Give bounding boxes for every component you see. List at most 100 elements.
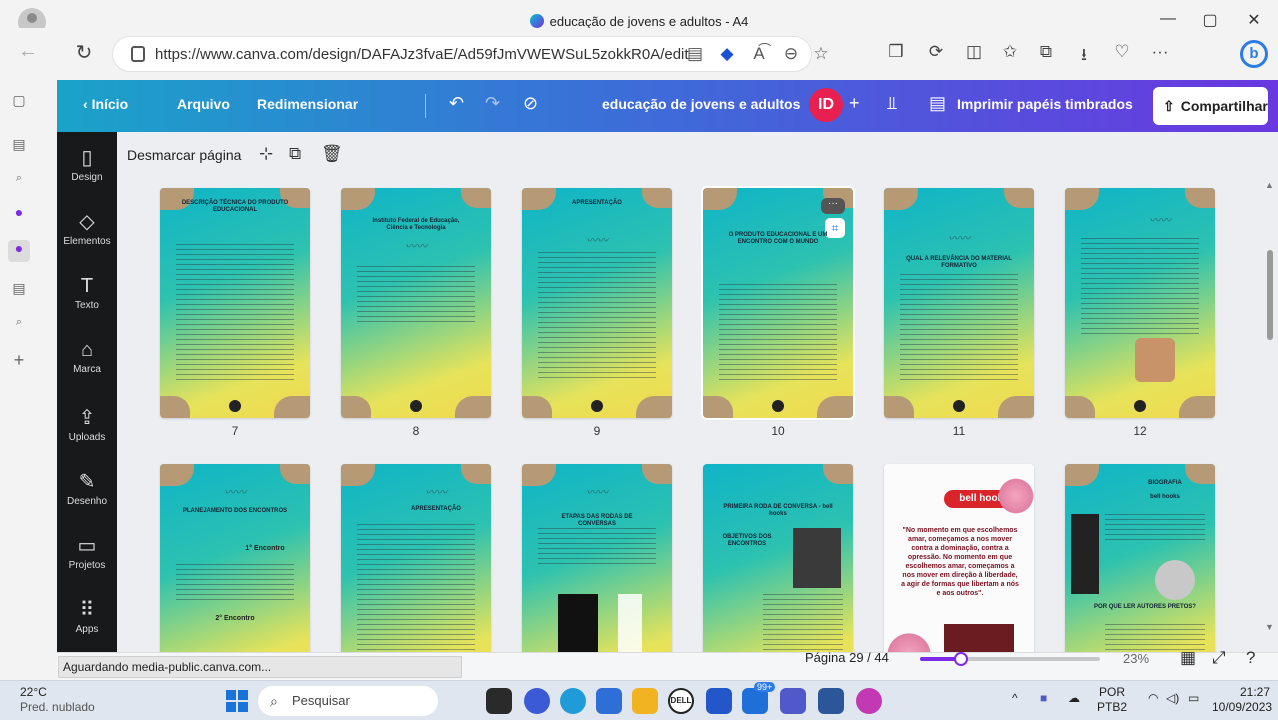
close-icon[interactable]: ✕ [1234, 10, 1274, 30]
file-menu[interactable]: Arquivo [177, 96, 230, 112]
page-thumbnail[interactable]: BIOGRAFIA bell hooks POR QUE LER AUTORES… [1065, 464, 1215, 652]
wifi-icon[interactable]: ◠ [1148, 691, 1158, 705]
url-text[interactable]: https://www.canva.com/design/DAFAJz3fvaE… [155, 46, 689, 63]
app-icon[interactable] [856, 688, 882, 714]
sync-icon[interactable]: ⟳ [922, 42, 950, 62]
collections-icon[interactable]: ⧉ [1032, 42, 1060, 62]
page-indicator[interactable]: Página 29 / 44 [805, 650, 889, 665]
design-title[interactable]: educação de jovens e adultos [602, 96, 800, 112]
page-thumbnail[interactable]: APRESENTAÇÃO 〰〰 [522, 188, 672, 418]
share-button[interactable]: ⇧ Compartilhar [1153, 87, 1268, 125]
tool-brand[interactable]: ⌂ Marca [57, 338, 117, 375]
page-more-icon[interactable]: ··· [821, 198, 845, 214]
back-arrow-icon[interactable]: ← [14, 40, 42, 63]
page-thumbnail-selected[interactable]: ··· ⌗ O PRODUTO EDUCACIONAL E UM ENCONTR… [701, 186, 855, 420]
extensions-icon[interactable]: ❒ [882, 42, 910, 62]
search-icon[interactable]: ⌕ [8, 172, 30, 194]
zoom-slider[interactable] [920, 657, 1100, 661]
chat-icon[interactable] [524, 688, 550, 714]
edge-icon[interactable] [560, 688, 586, 714]
insights-icon[interactable]: ⫫ [887, 93, 897, 114]
deselect-page-button[interactable]: Desmarcar página [127, 147, 241, 163]
favorite-icon[interactable]: ☆ [808, 44, 834, 64]
canva-tab-icon[interactable]: ● [8, 204, 30, 226]
more-icon[interactable]: ··· [1146, 42, 1174, 62]
tool-elements[interactable]: ◇ Elementos [57, 210, 117, 247]
add-collaborator-icon[interactable]: + [849, 93, 860, 114]
favorites-icon[interactable]: ✩ [996, 42, 1024, 62]
page-info-icon[interactable] [131, 46, 145, 62]
page-thumbnail[interactable]: DESCRIÇÃO TÉCNICA DO PRODUTO EDUCACIONAL [160, 188, 310, 418]
read-aloud-icon[interactable]: A͡ [746, 44, 772, 64]
duplicate-page-icon[interactable]: ⧉ [289, 144, 301, 164]
teams-tray-icon[interactable]: ■ [1040, 691, 1047, 705]
fullscreen-icon[interactable]: ⤢ [1212, 648, 1226, 668]
volume-icon[interactable]: ◁) [1166, 691, 1179, 705]
battery-icon[interactable]: ▭ [1188, 691, 1199, 705]
support-icon[interactable] [706, 688, 732, 714]
page-thumbnail[interactable]: Instituto Federal de Educação, Ciência e… [341, 188, 491, 418]
system-clock[interactable]: 21:27 10/09/2023 [1212, 685, 1272, 715]
cloud-icon[interactable]: ☁ [1068, 691, 1080, 705]
tool-text[interactable]: T Texto [57, 274, 117, 311]
file-explorer-icon[interactable] [632, 688, 658, 714]
page-thumbnail[interactable]: 〰〰 ETAPAS DAS RODAS DE CONVERSAS [522, 464, 672, 652]
tool-apps[interactable]: ⠿ Apps [57, 598, 117, 635]
tool-draw[interactable]: ✎ Desenho [57, 470, 117, 507]
delete-page-icon[interactable]: 🗑 [321, 144, 343, 164]
tool-design[interactable]: ▯ Design [57, 146, 117, 183]
health-icon[interactable]: ♡ [1108, 42, 1136, 62]
scrollbar-thumb[interactable] [1267, 250, 1273, 340]
maximize-icon[interactable]: ▢ [1190, 10, 1230, 30]
page-thumbnail[interactable]: 〰〰 [1065, 188, 1215, 418]
search-icon[interactable]: ⌕ [8, 316, 30, 338]
mail-icon[interactable]: 99+ [742, 682, 776, 714]
chevron-up-icon[interactable]: ^ [1012, 691, 1018, 705]
downloads-icon[interactable]: ⭳ [1070, 42, 1098, 71]
print-letterhead-button[interactable]: Imprimir papéis timbrados [957, 96, 1133, 112]
store-icon[interactable] [596, 688, 622, 714]
print-icon[interactable]: ▤ [929, 93, 946, 114]
tool-projects[interactable]: ▭ Projetos [57, 534, 117, 571]
tab-thumb-icon[interactable]: ▤ [8, 136, 30, 158]
minimize-icon[interactable]: — [1148, 10, 1188, 28]
page-corner [341, 396, 371, 418]
zoom-icon[interactable]: ⊖ [778, 44, 804, 64]
grid-view-icon[interactable]: ▦ [1180, 648, 1196, 668]
task-view-icon[interactable] [486, 688, 512, 714]
page-thumbnail[interactable]: 〰〰 QUAL A RELEVÂNCIA DO MATERIAL FORMATI… [884, 188, 1034, 418]
resize-menu[interactable]: Redimensionar [257, 96, 358, 112]
split-screen-icon[interactable]: ◫ [960, 42, 988, 62]
canva-active-tab-icon[interactable]: ● [8, 240, 30, 262]
tabs-icon[interactable]: ▢ [8, 92, 30, 114]
word-icon[interactable] [818, 688, 844, 714]
redo-icon[interactable]: ↷ [485, 93, 500, 114]
language-indicator[interactable]: POR PTB2 [1097, 685, 1127, 715]
taskbar-search[interactable]: ⌕ Pesquisar [258, 686, 438, 716]
clipboard-icon[interactable]: ▤ [682, 44, 708, 64]
start-menu-icon[interactable] [226, 690, 248, 712]
help-icon[interactable]: ? [1246, 648, 1255, 668]
refresh-icon[interactable]: ↻ [70, 40, 98, 65]
add-icon[interactable]: + [8, 350, 30, 372]
page-thumbnail[interactable]: bell hooks "No momento em que escolhemos… [884, 464, 1034, 652]
teams-icon[interactable] [780, 688, 806, 714]
back-button[interactable]: ‹ Início [83, 96, 128, 112]
weather-widget[interactable]: 22°C Pred. nublado [20, 685, 95, 715]
vertical-scrollbar[interactable]: ▲ ▼ [1265, 180, 1275, 650]
extension-icon[interactable]: ◆ [714, 44, 740, 64]
elements-icon: ◇ [79, 211, 95, 233]
tool-uploads[interactable]: ⇪ Uploads [57, 406, 117, 443]
tab-thumb-icon[interactable]: ▤ [8, 280, 30, 302]
scroll-up-icon[interactable]: ▲ [1265, 180, 1274, 190]
page-thumbnail[interactable]: 〰〰 PLANEJAMENTO DOS ENCONTROS 1° Encontr… [160, 464, 310, 652]
scroll-down-icon[interactable]: ▼ [1265, 622, 1274, 632]
dell-icon[interactable]: DELL [668, 688, 694, 714]
add-page-icon[interactable]: ⊹ [259, 144, 273, 164]
user-avatar[interactable]: ID [809, 88, 843, 122]
copilot-icon[interactable]: b [1240, 40, 1268, 68]
page-thumbnail[interactable]: 〰〰 APRESENTAÇÃO [341, 464, 491, 652]
undo-icon[interactable]: ↶ [449, 93, 464, 114]
zoom-percentage[interactable]: 23% [1123, 651, 1149, 666]
page-thumbnail[interactable]: PRIMEIRA RODA DE CONVERSA - bell hooks O… [703, 464, 853, 652]
